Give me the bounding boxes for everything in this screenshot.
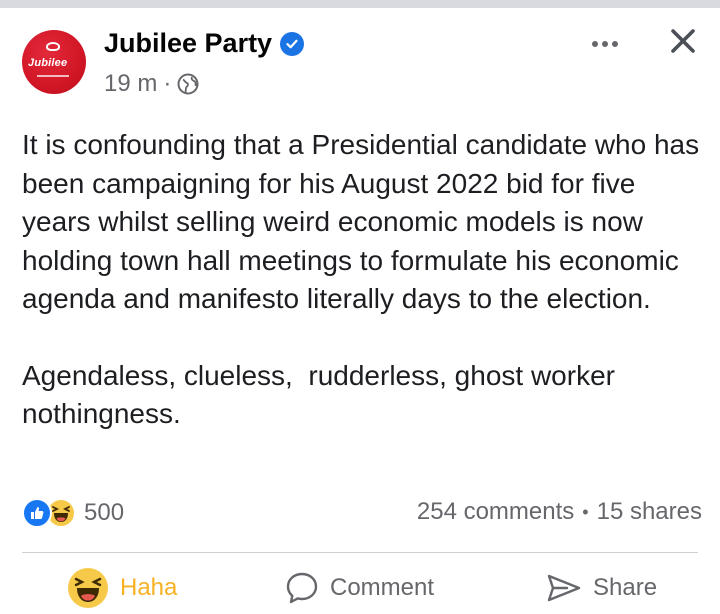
- actions-divider: [22, 552, 698, 553]
- comment-icon: [286, 572, 318, 604]
- reactions-summary[interactable]: 500: [22, 498, 124, 528]
- share-label: Share: [593, 574, 658, 601]
- comments-count[interactable]: 254 comments: [417, 498, 574, 526]
- haha-icon: [68, 568, 108, 608]
- haha-button[interactable]: Haha: [66, 566, 177, 610]
- comment-label: Comment: [330, 574, 435, 601]
- more-options-button[interactable]: [587, 32, 623, 56]
- engagement-stats: 500 254 comments • 15 shares: [22, 498, 702, 532]
- post-timestamp[interactable]: 19 m: [104, 70, 157, 98]
- globe-icon: [177, 73, 199, 95]
- avatar[interactable]: Jubilee: [22, 30, 86, 94]
- post-paragraph: Agendaless, clueless, rudderless, ghost …: [22, 359, 623, 430]
- page-name-row: Jubilee Party: [104, 28, 305, 59]
- post-text: It is confounding that a Presidential ca…: [22, 126, 702, 434]
- meta-separator: ·: [163, 70, 172, 97]
- post-actions-bar: Haha Comment Share: [0, 560, 720, 614]
- post-paragraph: It is confounding that a Presidential ca…: [22, 129, 707, 314]
- more-dot: [602, 41, 608, 47]
- avatar-logo-text: Jubilee: [28, 57, 68, 69]
- jubilee-logo-mark: [46, 42, 60, 51]
- more-dots-icon: [592, 41, 598, 47]
- comment-share-counts: 254 comments • 15 shares: [417, 498, 702, 526]
- post-header: Jubilee Jubilee Party 19 m ·: [22, 26, 702, 106]
- haha-label: Haha: [120, 574, 178, 601]
- share-button[interactable]: Share: [545, 566, 657, 610]
- verified-badge-icon: [280, 31, 305, 56]
- comment-button[interactable]: Comment: [284, 566, 434, 610]
- stats-separator: •: [582, 501, 589, 522]
- share-icon: [547, 574, 581, 602]
- reaction-count: 500: [84, 499, 125, 526]
- like-reaction-icon: [22, 498, 52, 528]
- more-dot: [612, 41, 618, 47]
- page-name[interactable]: Jubilee Party: [104, 28, 272, 59]
- avatar-logo-tagline: [37, 75, 69, 77]
- post-meta: 19 m ·: [104, 70, 199, 98]
- shares-count[interactable]: 15 shares: [597, 498, 702, 526]
- close-icon[interactable]: [668, 26, 698, 56]
- top-strip: [0, 0, 720, 8]
